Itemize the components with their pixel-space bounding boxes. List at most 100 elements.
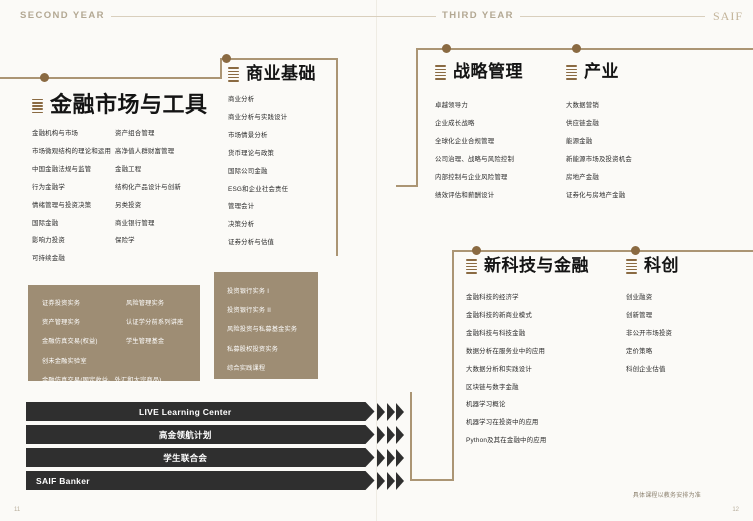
practice-item[interactable]: 创未金融实验室 xyxy=(42,358,126,365)
section-title: 新科技与金融 xyxy=(484,256,589,276)
chevron-icons xyxy=(376,425,404,444)
saif-logo: SAIF xyxy=(712,9,743,23)
page-number-left: 11 xyxy=(14,507,21,513)
section-header-strategic-management: 战略管理 xyxy=(435,64,523,81)
wire-seg-7 xyxy=(416,48,753,50)
course-item[interactable]: 金融机构与市场 xyxy=(32,130,115,137)
course-item[interactable]: 决策分析 xyxy=(228,221,316,228)
course-item[interactable]: 市场微观结构的理论和运用 xyxy=(32,148,115,155)
course-item[interactable]: 国际金融 xyxy=(32,220,115,227)
course-item[interactable]: 金融科技的新商业模式 xyxy=(466,312,589,319)
course-item[interactable]: 大数据分析和实践设计 xyxy=(466,366,589,373)
course-item[interactable]: 供应链金融 xyxy=(566,120,632,127)
course-item[interactable]: 大数据营销 xyxy=(566,102,632,109)
course-item[interactable]: 公司治理、战略与风险控制 xyxy=(435,156,523,163)
course-item[interactable]: 商业分析与实践设计 xyxy=(228,114,316,121)
banner-body: 高金领航计划 xyxy=(26,425,375,444)
chevron-right-icon xyxy=(386,448,395,467)
course-item[interactable]: 行为金融学 xyxy=(32,184,115,191)
course-item[interactable]: 商业银行管理 xyxy=(115,220,205,227)
practice-item[interactable]: 综合实践课程 xyxy=(227,365,318,372)
course-item[interactable]: 另类投资 xyxy=(115,202,205,209)
course-item[interactable]: 企业成长战略 xyxy=(435,120,523,127)
course-item[interactable]: 保险学 xyxy=(115,238,205,245)
practice-item[interactable]: 金融仿真交易(权益) xyxy=(42,339,126,345)
course-item[interactable]: 结构化产品设计与创新 xyxy=(115,184,205,191)
banner-saif-banker[interactable]: SAIF Banker xyxy=(26,471,404,490)
course-item[interactable]: ESG和企业社会责任 xyxy=(228,186,316,193)
course-item[interactable]: 卓越领导力 xyxy=(435,102,523,109)
course-list-col1: 创业融资 创新管理 非公开市场投资 定价策略 科创企业估值 xyxy=(626,294,679,373)
course-item[interactable]: 全球化企业合规管理 xyxy=(435,138,523,145)
timeline-node-industry xyxy=(572,44,581,53)
practice-item[interactable]: 学生管理基金 xyxy=(126,339,184,345)
chevron-right-icon xyxy=(396,471,404,490)
course-item[interactable]: 市场情景分析 xyxy=(228,132,316,139)
course-item[interactable]: 定价策略 xyxy=(626,348,679,355)
practice-item[interactable]: 投资银行实务 II xyxy=(227,307,318,314)
course-item[interactable]: 数据分析在服务业中的应用 xyxy=(466,348,589,355)
course-item[interactable]: 商业分析 xyxy=(228,96,316,103)
course-item[interactable]: 资产组合管理 xyxy=(115,130,205,137)
course-item[interactable]: 房地产金融 xyxy=(566,174,632,181)
course-item[interactable]: 中国金融法规与监管 xyxy=(32,166,115,173)
course-item[interactable]: 非公开市场投资 xyxy=(626,330,679,337)
course-item[interactable]: 内部控制与企业风险管理 xyxy=(435,174,523,181)
practice-item[interactable]: 私募股权投资实务 xyxy=(227,346,318,353)
banner-live-learning-center[interactable]: LIVE Learning Center xyxy=(26,402,404,421)
course-item[interactable]: 管理会计 xyxy=(228,204,316,211)
course-item[interactable]: 创业融资 xyxy=(626,294,679,301)
course-list-col1: 大数据营销 供应链金融 能源金融 新能源市场及投资机会 房地产金融 证券化与房地… xyxy=(566,102,632,199)
course-item[interactable]: 机器学习概论 xyxy=(466,402,589,409)
course-item[interactable]: 金融科技与科技金融 xyxy=(466,330,589,337)
course-list-col1: 金融机构与市场 市场微观结构的理论和运用 中国金融法规与监管 行为金融学 情绪管… xyxy=(32,130,115,274)
practice-item[interactable]: 认证学分前系列讲座 xyxy=(126,319,184,326)
timeline-node-innovation xyxy=(631,246,640,255)
section-innovation: 科创 创业融资 创新管理 非公开市场投资 定价策略 科创企业估值 xyxy=(626,258,679,385)
wire-seg-10 xyxy=(410,479,454,481)
wire-seg-1 xyxy=(0,77,222,79)
course-item[interactable]: 新能源市场及投资机会 xyxy=(566,156,632,163)
practice-item[interactable]: 证券投资实务 xyxy=(42,300,126,307)
section-financial-markets: 金融市场与工具 金融机构与市场 市场微观结构的理论和运用 中国金融法规与监管 行… xyxy=(32,95,208,274)
course-item[interactable]: 证券化与房地产金融 xyxy=(566,192,632,199)
banner-lingheng-program[interactable]: 高金领航计划 xyxy=(26,425,404,444)
course-item[interactable]: Python及其在金融中的应用 xyxy=(466,437,589,444)
course-item[interactable]: 金融科技的经济学 xyxy=(466,294,589,301)
course-item[interactable]: 影响力投资 xyxy=(32,238,115,245)
course-item[interactable]: 金融工程 xyxy=(115,166,205,173)
section-title: 商业基础 xyxy=(246,64,316,84)
course-item[interactable]: 国际公司金融 xyxy=(228,168,316,175)
page-number-right: 12 xyxy=(732,507,739,513)
course-item[interactable]: 科创企业估值 xyxy=(626,366,679,373)
course-item[interactable]: 创新管理 xyxy=(626,312,679,319)
practice-item[interactable]: 风险管理实务 xyxy=(126,300,184,307)
course-item[interactable]: 证券分析与估值 xyxy=(228,239,316,246)
course-item[interactable]: 可持续金融 xyxy=(32,255,115,262)
header-rule-right xyxy=(510,16,705,17)
course-list-col2: 资产组合管理 高净值人群财富管理 金融工程 结构化产品设计与创新 另类投资 商业… xyxy=(115,130,205,274)
practice-item[interactable]: 投资银行实务 I xyxy=(227,288,318,295)
course-item[interactable]: 区块链与数字金融 xyxy=(466,384,589,391)
course-item[interactable]: 高净值人群财富管理 xyxy=(115,148,205,155)
course-item[interactable]: 绩效评估和薪酬设计 xyxy=(435,192,523,199)
chevron-icons xyxy=(376,402,404,421)
menu-bars-icon xyxy=(228,67,239,82)
practice-item[interactable]: 风险投资与私募基金实务 xyxy=(227,327,318,333)
wire-seg-6 xyxy=(416,48,418,186)
practice-box-left: 证券投资实务 资产管理实务 金融仿真交易(权益) 创未金融实验室 金融仿真交易(… xyxy=(28,285,200,384)
course-item[interactable]: 机器学习在投资中的应用 xyxy=(466,419,589,426)
banner-label: 高金领航计划 xyxy=(158,429,212,440)
banner-student-union[interactable]: 学生联合会 xyxy=(26,448,404,467)
chevron-right-icon xyxy=(377,402,385,421)
practice-item[interactable]: 金融仿真交易(固定收益、外汇和大宗商品) xyxy=(42,377,161,384)
course-item[interactable]: 能源金融 xyxy=(566,138,632,145)
section-business-foundation: 商业基础 商业分析 商业分析与实践设计 市场情景分析 货币理论与政策 国际公司金… xyxy=(228,66,316,258)
course-columns: 金融机构与市场 市场微观结构的理论和运用 中国金融法规与监管 行为金融学 情绪管… xyxy=(32,117,208,274)
practice-item[interactable]: 资产管理实务 xyxy=(42,319,126,326)
banner-label: SAIF Banker xyxy=(36,475,90,486)
course-item[interactable]: 货币理论与政策 xyxy=(228,150,316,157)
course-item[interactable]: 情绪管理与投资决策 xyxy=(32,202,115,209)
chevron-right-icon xyxy=(386,402,395,421)
menu-bars-icon xyxy=(466,259,477,274)
